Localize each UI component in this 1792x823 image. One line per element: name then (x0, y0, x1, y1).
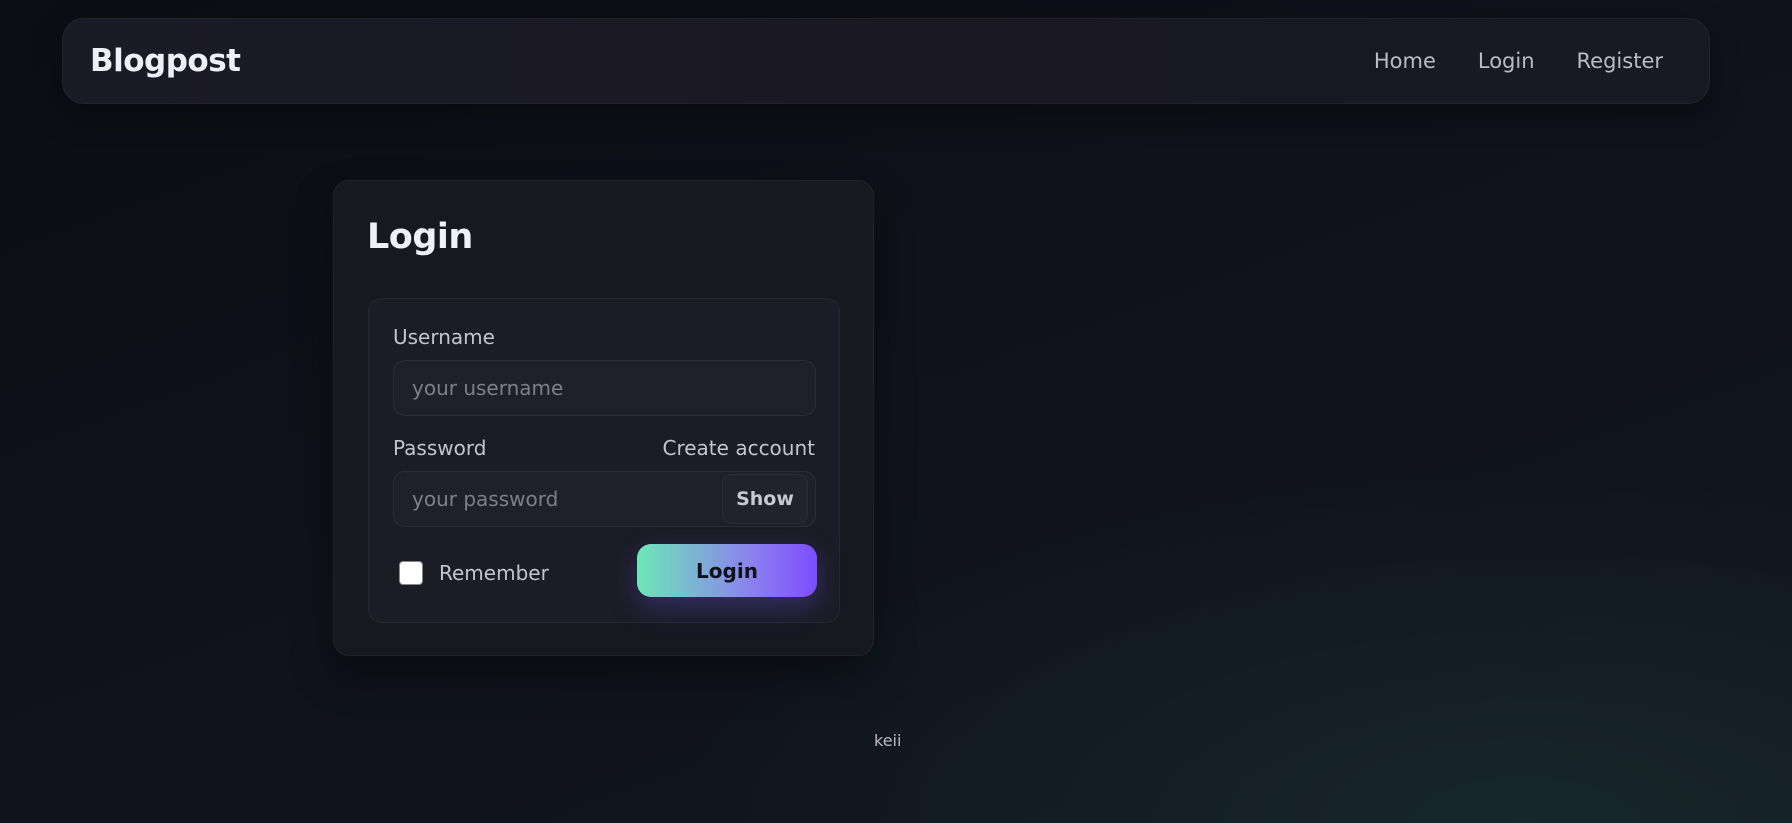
nav-link-register[interactable]: Register (1577, 49, 1663, 73)
username-input[interactable] (393, 360, 816, 416)
remember-row: Remember (399, 561, 549, 585)
password-label: Password (393, 436, 487, 460)
remember-label[interactable]: Remember (439, 561, 549, 585)
nav-link-login[interactable]: Login (1478, 49, 1535, 73)
show-password-button[interactable]: Show (722, 474, 808, 524)
brand-logo[interactable]: Blogpost (90, 43, 241, 79)
nav-link-home[interactable]: Home (1374, 49, 1436, 73)
create-account-link[interactable]: Create account (663, 436, 816, 460)
nav-links: Home Login Register (1374, 49, 1663, 73)
login-form: Username Password Create account Show Re… (368, 298, 840, 623)
username-label: Username (393, 325, 495, 349)
login-card: Login Username Password Create account S… (333, 180, 874, 656)
footer-text: keii (874, 731, 902, 750)
page-title: Login (367, 217, 473, 257)
top-navbar: Blogpost Home Login Register (62, 18, 1710, 104)
remember-checkbox[interactable] (399, 561, 423, 585)
login-submit-button[interactable]: Login (637, 544, 817, 597)
